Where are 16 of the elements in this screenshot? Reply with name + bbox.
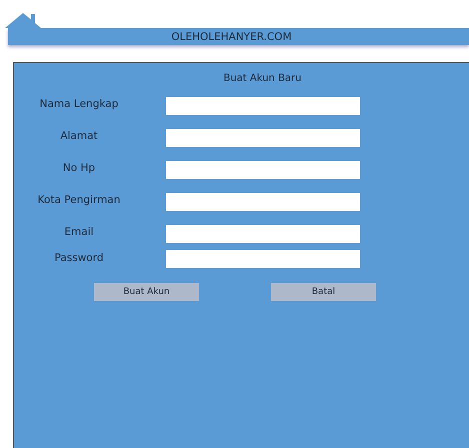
- input-field[interactable]: [166, 193, 360, 211]
- form-title: Buat Akun Baru: [222, 73, 303, 84]
- input-field[interactable]: [166, 250, 360, 268]
- field-label: Kota Pengirman: [36, 194, 122, 206]
- field-label: Password: [53, 252, 105, 264]
- form-button[interactable]: Batal: [271, 283, 376, 301]
- input-field[interactable]: [166, 129, 360, 147]
- site-name: OLEHOLEHANYER.COM: [171, 30, 292, 42]
- field-label: Alamat: [59, 130, 99, 142]
- field-label: Nama Lengkap: [38, 98, 120, 110]
- field-label: Email: [63, 226, 95, 238]
- form-button[interactable]: Buat Akun: [94, 283, 199, 301]
- input-field[interactable]: [166, 161, 360, 179]
- input-field[interactable]: [166, 225, 360, 243]
- input-field[interactable]: [166, 97, 360, 115]
- field-label: No Hp: [62, 162, 96, 174]
